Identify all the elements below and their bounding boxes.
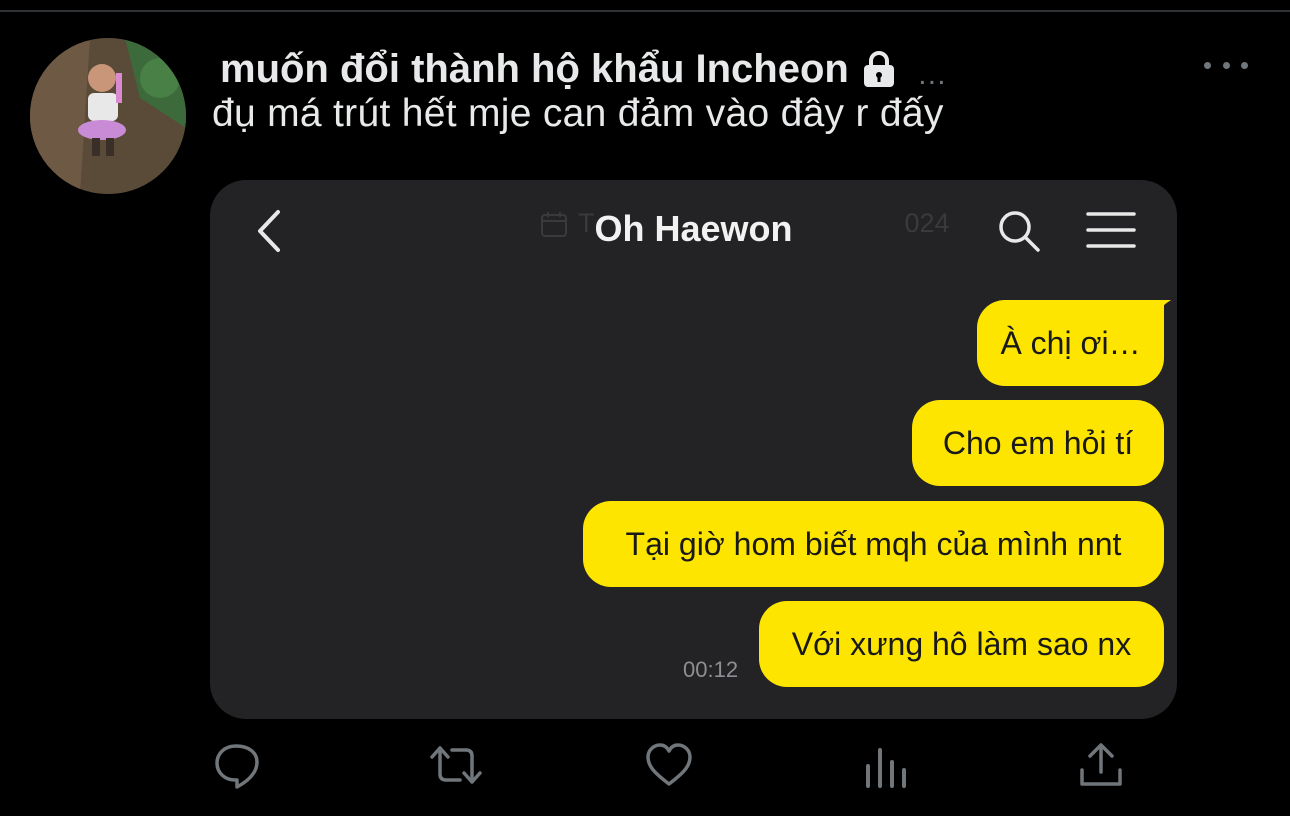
message-timestamp: 00:12 — [683, 657, 739, 682]
display-name[interactable]: muốn đổi thành hộ khẩu Incheon — [220, 47, 849, 92]
search-icon — [999, 211, 1040, 252]
media-attachment[interactable]: T 024 Oh Haewon À chị ơi… Cho em hỏi tí … — [210, 180, 1177, 719]
retweet-icon[interactable] — [428, 740, 484, 796]
top-divider — [0, 10, 1290, 12]
hamburger-menu-icon — [1086, 212, 1136, 248]
reply-icon[interactable] — [212, 740, 262, 796]
avatar-image — [30, 38, 186, 194]
tweet-actions — [0, 740, 1290, 800]
more-horizontal-icon[interactable] — [1204, 52, 1248, 78]
message-bubble: À chị ơi… — [977, 300, 1164, 386]
tweet-text: đụ má trút hết mje can đảm vào đây r đấy — [212, 92, 944, 135]
share-icon[interactable] — [1076, 740, 1126, 796]
message-bubble: Với xưng hô làm sao nx — [759, 601, 1164, 687]
tweet-header: muốn đổi thành hộ khẩu Incheon … — [220, 44, 947, 94]
heart-icon[interactable] — [644, 740, 694, 796]
profile-avatar[interactable] — [30, 38, 186, 194]
message-bubble: Cho em hỏi tí — [912, 400, 1164, 486]
analytics-icon[interactable] — [862, 740, 912, 796]
message-bubble: Tại giờ hom biết mqh của mình nnt — [583, 501, 1164, 587]
lock-icon — [859, 49, 899, 89]
ellipsis-text: … — [916, 58, 947, 91]
